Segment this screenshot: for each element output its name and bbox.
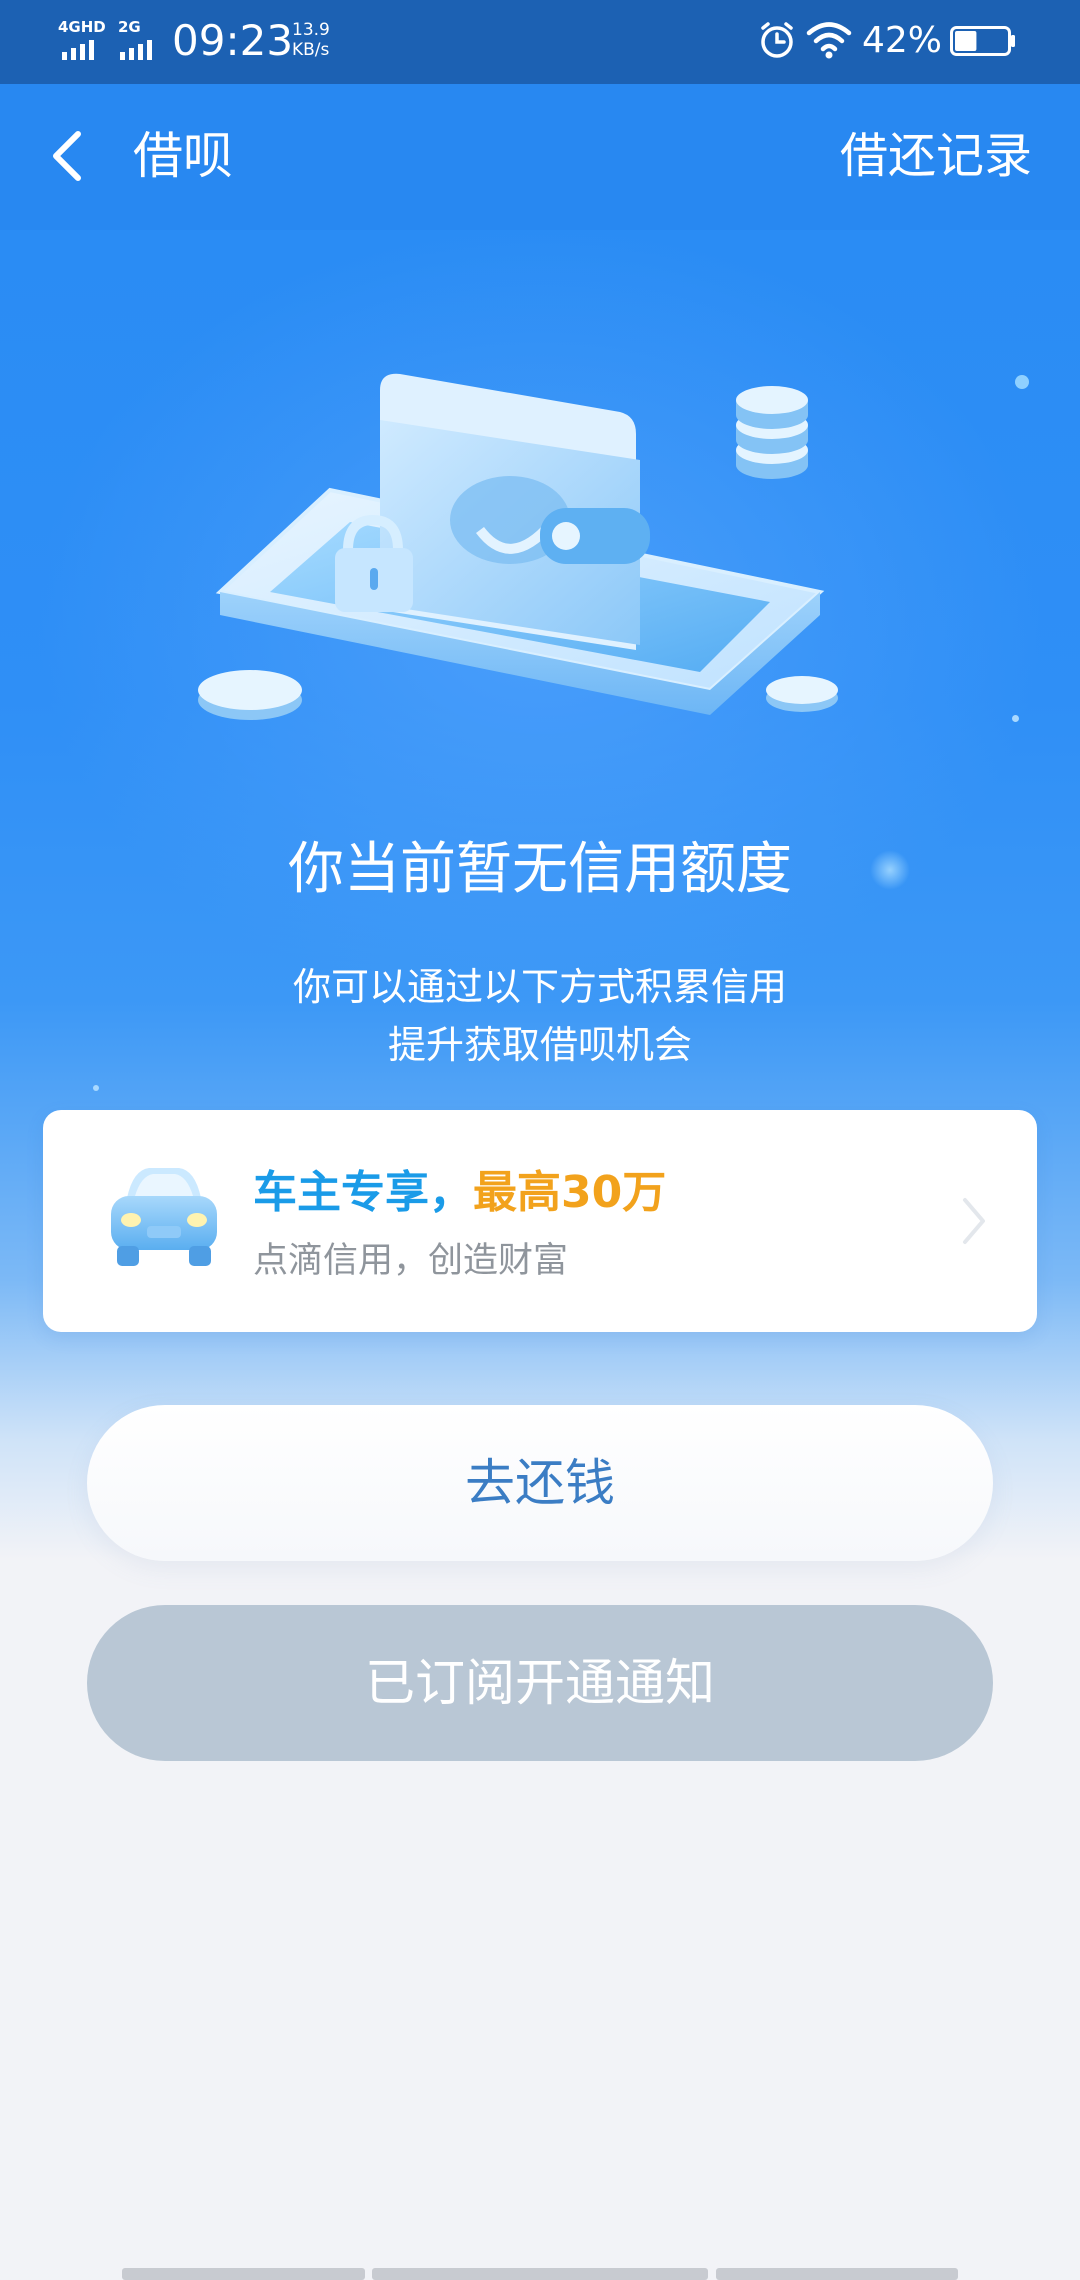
alarm-icon xyxy=(761,22,793,58)
network-speed: 13.9 KB/s xyxy=(292,20,330,60)
bottom-indicator-segment xyxy=(122,2268,365,2280)
borrow-repay-records-link[interactable]: 借还记录 xyxy=(840,124,1032,188)
signal-bars-icon xyxy=(120,40,152,60)
battery-icon xyxy=(950,26,1015,56)
promo-title: 车主专享，最高30万 xyxy=(253,1162,666,1224)
car-owner-promo-card[interactable]: 车主专享，最高30万 点滴信用，创造财富 xyxy=(43,1110,1037,1332)
speed-value: 13.9 xyxy=(292,20,330,40)
promo-title-amount: 最高30万 xyxy=(473,1167,667,1218)
wifi-icon xyxy=(806,22,852,59)
bottom-indicator-segment xyxy=(372,2268,708,2280)
status-bar: 4GHD 2G 09:23 13.9 KB/s 42% xyxy=(0,0,1080,84)
page-title: 借呗 xyxy=(133,127,233,185)
battery-fill xyxy=(955,31,977,51)
promo-title-highlight: 车主专享， xyxy=(253,1167,473,1218)
decor-dot xyxy=(93,1085,99,1091)
repay-button[interactable]: 去还钱 xyxy=(87,1405,993,1561)
credit-tip-line-2: 提升获取借呗机会 xyxy=(387,1023,692,1067)
wallet-tablet-illustration xyxy=(198,373,838,720)
network-label-2g: 2G xyxy=(118,18,141,36)
network-label-4g: 4GHD xyxy=(58,18,106,36)
network-signal: 4GHD 2G xyxy=(58,18,168,62)
battery-percent: 42% xyxy=(862,20,943,61)
decor-dot xyxy=(1012,715,1019,722)
signal-bars-icon xyxy=(62,40,94,60)
nav-bar: 借呗 借还记录 xyxy=(0,84,1080,230)
no-credit-headline: 你当前暂无信用额度 xyxy=(288,837,792,902)
decor-dot xyxy=(1015,375,1029,389)
chevron-left-icon[interactable] xyxy=(40,124,100,188)
subscribed-notification-button[interactable]: 已订阅开通通知 xyxy=(87,1605,993,1761)
car-icon xyxy=(111,1168,217,1266)
credit-tip: 你可以通过以下方式积累信用 提升获取借呗机会 xyxy=(0,958,1080,1074)
chevron-right-icon xyxy=(963,1198,985,1244)
clock: 09:23 xyxy=(172,16,294,65)
speed-unit: KB/s xyxy=(292,40,330,60)
promo-subtitle: 点滴信用，创造财富 xyxy=(253,1241,569,1281)
bottom-indicator-segment xyxy=(716,2268,958,2280)
credit-tip-line-1: 你可以通过以下方式积累信用 xyxy=(292,965,787,1009)
